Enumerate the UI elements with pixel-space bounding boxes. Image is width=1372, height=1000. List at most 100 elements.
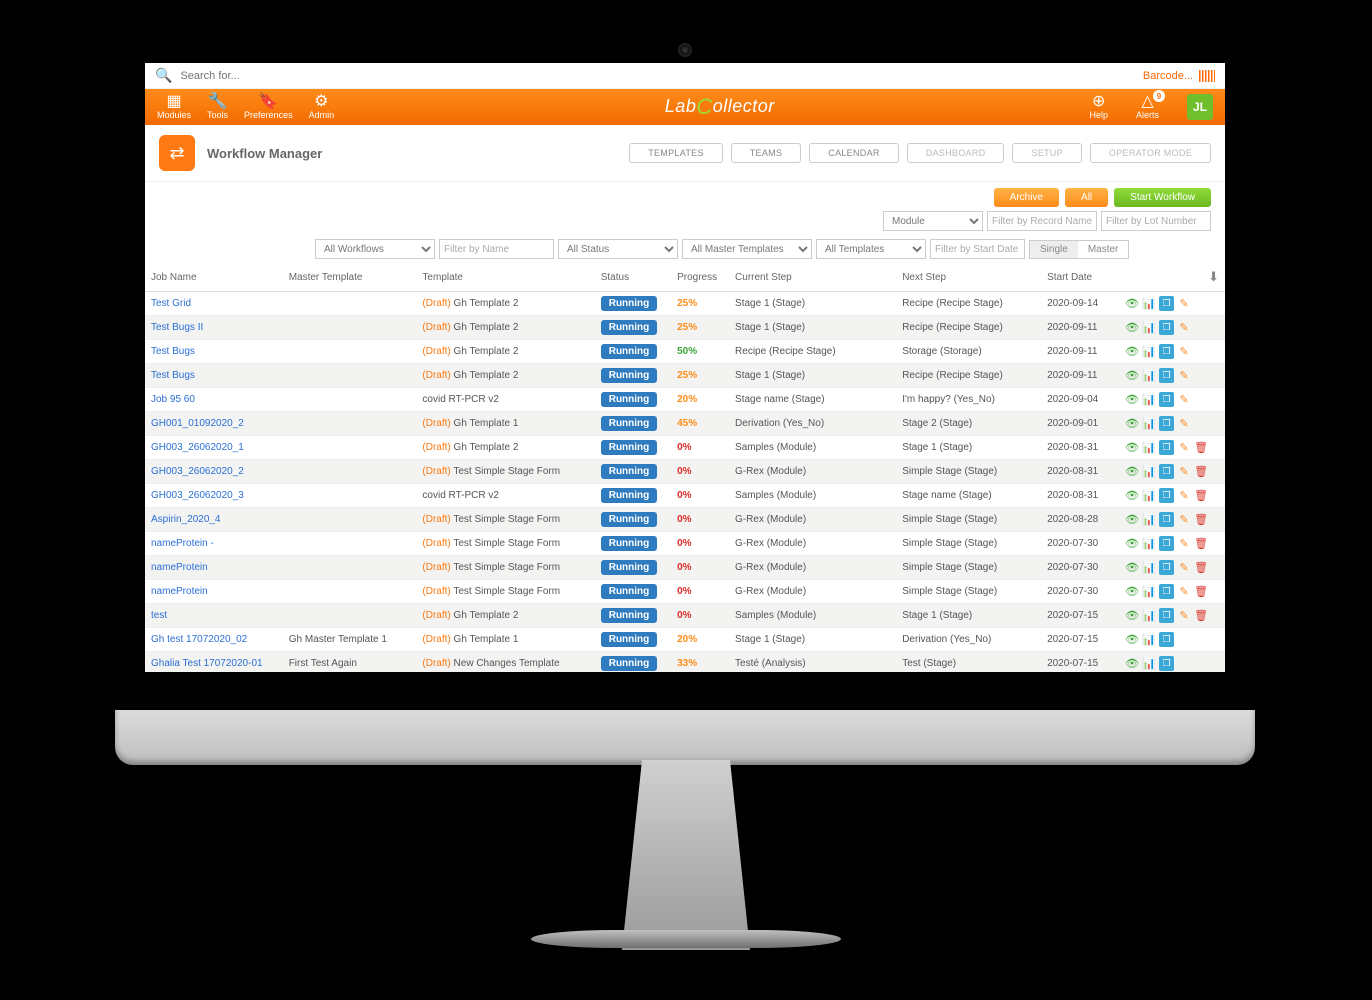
job-link[interactable]: Test Bugs: [151, 370, 195, 381]
job-link[interactable]: GH003_26062020_1: [151, 442, 244, 453]
col-job[interactable]: Job Name: [145, 263, 283, 292]
edit-icon[interactable]: ✎: [1177, 513, 1191, 527]
delete-icon[interactable]: 🗑: [1194, 465, 1208, 479]
templates-select[interactable]: All Templates: [816, 239, 926, 259]
view-icon[interactable]: 👁: [1125, 657, 1139, 671]
copy-icon[interactable]: ❐: [1159, 416, 1174, 431]
view-icon[interactable]: 👁: [1125, 585, 1139, 599]
copy-icon[interactable]: ❐: [1159, 632, 1174, 647]
archive-button[interactable]: Archive: [994, 188, 1059, 207]
view-icon[interactable]: 👁: [1125, 297, 1139, 311]
barcode-icon[interactable]: [1199, 70, 1215, 82]
edit-icon[interactable]: ✎: [1177, 561, 1191, 575]
delete-icon[interactable]: 🗑: [1194, 537, 1208, 551]
delete-icon[interactable]: 🗑: [1194, 441, 1208, 455]
search-input[interactable]: [180, 70, 1142, 82]
tab-templates[interactable]: TEMPLATES: [629, 143, 723, 163]
tab-dashboard[interactable]: DASHBOARD: [907, 143, 1005, 163]
filter-lot-number-input[interactable]: [1101, 211, 1211, 231]
nav-modules[interactable]: ▦Modules: [157, 94, 191, 120]
chart-icon[interactable]: 📊: [1142, 609, 1156, 623]
job-link[interactable]: GH003_26062020_3: [151, 490, 244, 501]
chart-icon[interactable]: 📊: [1142, 561, 1156, 575]
chart-icon[interactable]: 📊: [1142, 657, 1156, 671]
view-icon[interactable]: 👁: [1125, 561, 1139, 575]
col-next-step[interactable]: Next Step: [896, 263, 1041, 292]
edit-icon[interactable]: ✎: [1177, 537, 1191, 551]
col-status[interactable]: Status: [595, 263, 671, 292]
view-icon[interactable]: 👁: [1125, 345, 1139, 359]
edit-icon[interactable]: ✎: [1177, 417, 1191, 431]
view-icon[interactable]: 👁: [1125, 321, 1139, 335]
copy-icon[interactable]: ❐: [1159, 536, 1174, 551]
edit-icon[interactable]: ✎: [1177, 609, 1191, 623]
edit-icon[interactable]: ✎: [1177, 489, 1191, 503]
filter-record-name-input[interactable]: [987, 211, 1097, 231]
job-link[interactable]: Test Bugs II: [151, 322, 203, 333]
job-link[interactable]: Test Bugs: [151, 346, 195, 357]
col-template[interactable]: Template: [416, 263, 594, 292]
job-link[interactable]: GH001_01092020_2: [151, 418, 244, 429]
copy-icon[interactable]: ❐: [1159, 320, 1174, 335]
job-link[interactable]: GH003_26062020_2: [151, 466, 244, 477]
view-icon[interactable]: 👁: [1125, 489, 1139, 503]
job-link[interactable]: nameProtein: [151, 562, 208, 573]
filter-start-date-input[interactable]: [930, 239, 1025, 259]
edit-icon[interactable]: ✎: [1177, 585, 1191, 599]
col-master-template[interactable]: Master Template: [283, 263, 417, 292]
copy-icon[interactable]: ❐: [1159, 464, 1174, 479]
user-avatar[interactable]: JL: [1187, 94, 1213, 120]
chart-icon[interactable]: 📊: [1142, 633, 1156, 647]
job-link[interactable]: Gh test 17072020_02: [151, 634, 247, 645]
chart-icon[interactable]: 📊: [1142, 465, 1156, 479]
view-icon[interactable]: 👁: [1125, 537, 1139, 551]
toggle-master[interactable]: Master: [1078, 241, 1129, 258]
start-workflow-button[interactable]: Start Workflow: [1114, 188, 1211, 207]
job-link[interactable]: nameProtein: [151, 586, 208, 597]
chart-icon[interactable]: 📊: [1142, 441, 1156, 455]
copy-icon[interactable]: ❐: [1159, 296, 1174, 311]
col-start-date[interactable]: Start Date: [1041, 263, 1119, 292]
delete-icon[interactable]: 🗑: [1194, 513, 1208, 527]
delete-icon[interactable]: 🗑: [1194, 489, 1208, 503]
edit-icon[interactable]: ✎: [1177, 465, 1191, 479]
module-select[interactable]: Module: [883, 211, 983, 231]
job-link[interactable]: Job 95 60: [151, 394, 195, 405]
chart-icon[interactable]: 📊: [1142, 297, 1156, 311]
view-icon[interactable]: 👁: [1125, 609, 1139, 623]
tab-teams[interactable]: TEAMS: [731, 143, 802, 163]
delete-icon[interactable]: 🗑: [1194, 561, 1208, 575]
col-current-step[interactable]: Current Step: [729, 263, 896, 292]
status-select[interactable]: All Status: [558, 239, 678, 259]
job-link[interactable]: Ghalia Test 17072020-01: [151, 658, 263, 669]
chart-icon[interactable]: 📊: [1142, 393, 1156, 407]
edit-icon[interactable]: ✎: [1177, 393, 1191, 407]
view-icon[interactable]: 👁: [1125, 393, 1139, 407]
chart-icon[interactable]: 📊: [1142, 345, 1156, 359]
nav-help[interactable]: ⊕Help: [1089, 94, 1108, 120]
delete-icon[interactable]: 🗑: [1194, 609, 1208, 623]
view-icon[interactable]: 👁: [1125, 417, 1139, 431]
nav-alerts[interactable]: △9Alerts: [1136, 94, 1159, 120]
copy-icon[interactable]: ❐: [1159, 344, 1174, 359]
col-progress[interactable]: Progress: [671, 263, 729, 292]
chart-icon[interactable]: 📊: [1142, 369, 1156, 383]
nav-tools[interactable]: 🔧Tools: [207, 94, 228, 120]
filter-name-input[interactable]: [439, 239, 554, 259]
delete-icon[interactable]: 🗑: [1194, 585, 1208, 599]
job-link[interactable]: test: [151, 610, 167, 621]
job-link[interactable]: Aspirin_2020_4: [151, 514, 221, 525]
copy-icon[interactable]: ❐: [1159, 608, 1174, 623]
master-templates-select[interactable]: All Master Templates: [682, 239, 812, 259]
copy-icon[interactable]: ❐: [1159, 392, 1174, 407]
view-icon[interactable]: 👁: [1125, 465, 1139, 479]
job-link[interactable]: Test Grid: [151, 298, 191, 309]
view-icon[interactable]: 👁: [1125, 441, 1139, 455]
chart-icon[interactable]: 📊: [1142, 321, 1156, 335]
tab-setup[interactable]: SETUP: [1012, 143, 1082, 163]
tab-operator-mode[interactable]: OPERATOR MODE: [1090, 143, 1211, 163]
copy-icon[interactable]: ❐: [1159, 656, 1174, 671]
edit-icon[interactable]: ✎: [1177, 441, 1191, 455]
copy-icon[interactable]: ❐: [1159, 560, 1174, 575]
tab-calendar[interactable]: CALENDAR: [809, 143, 898, 163]
